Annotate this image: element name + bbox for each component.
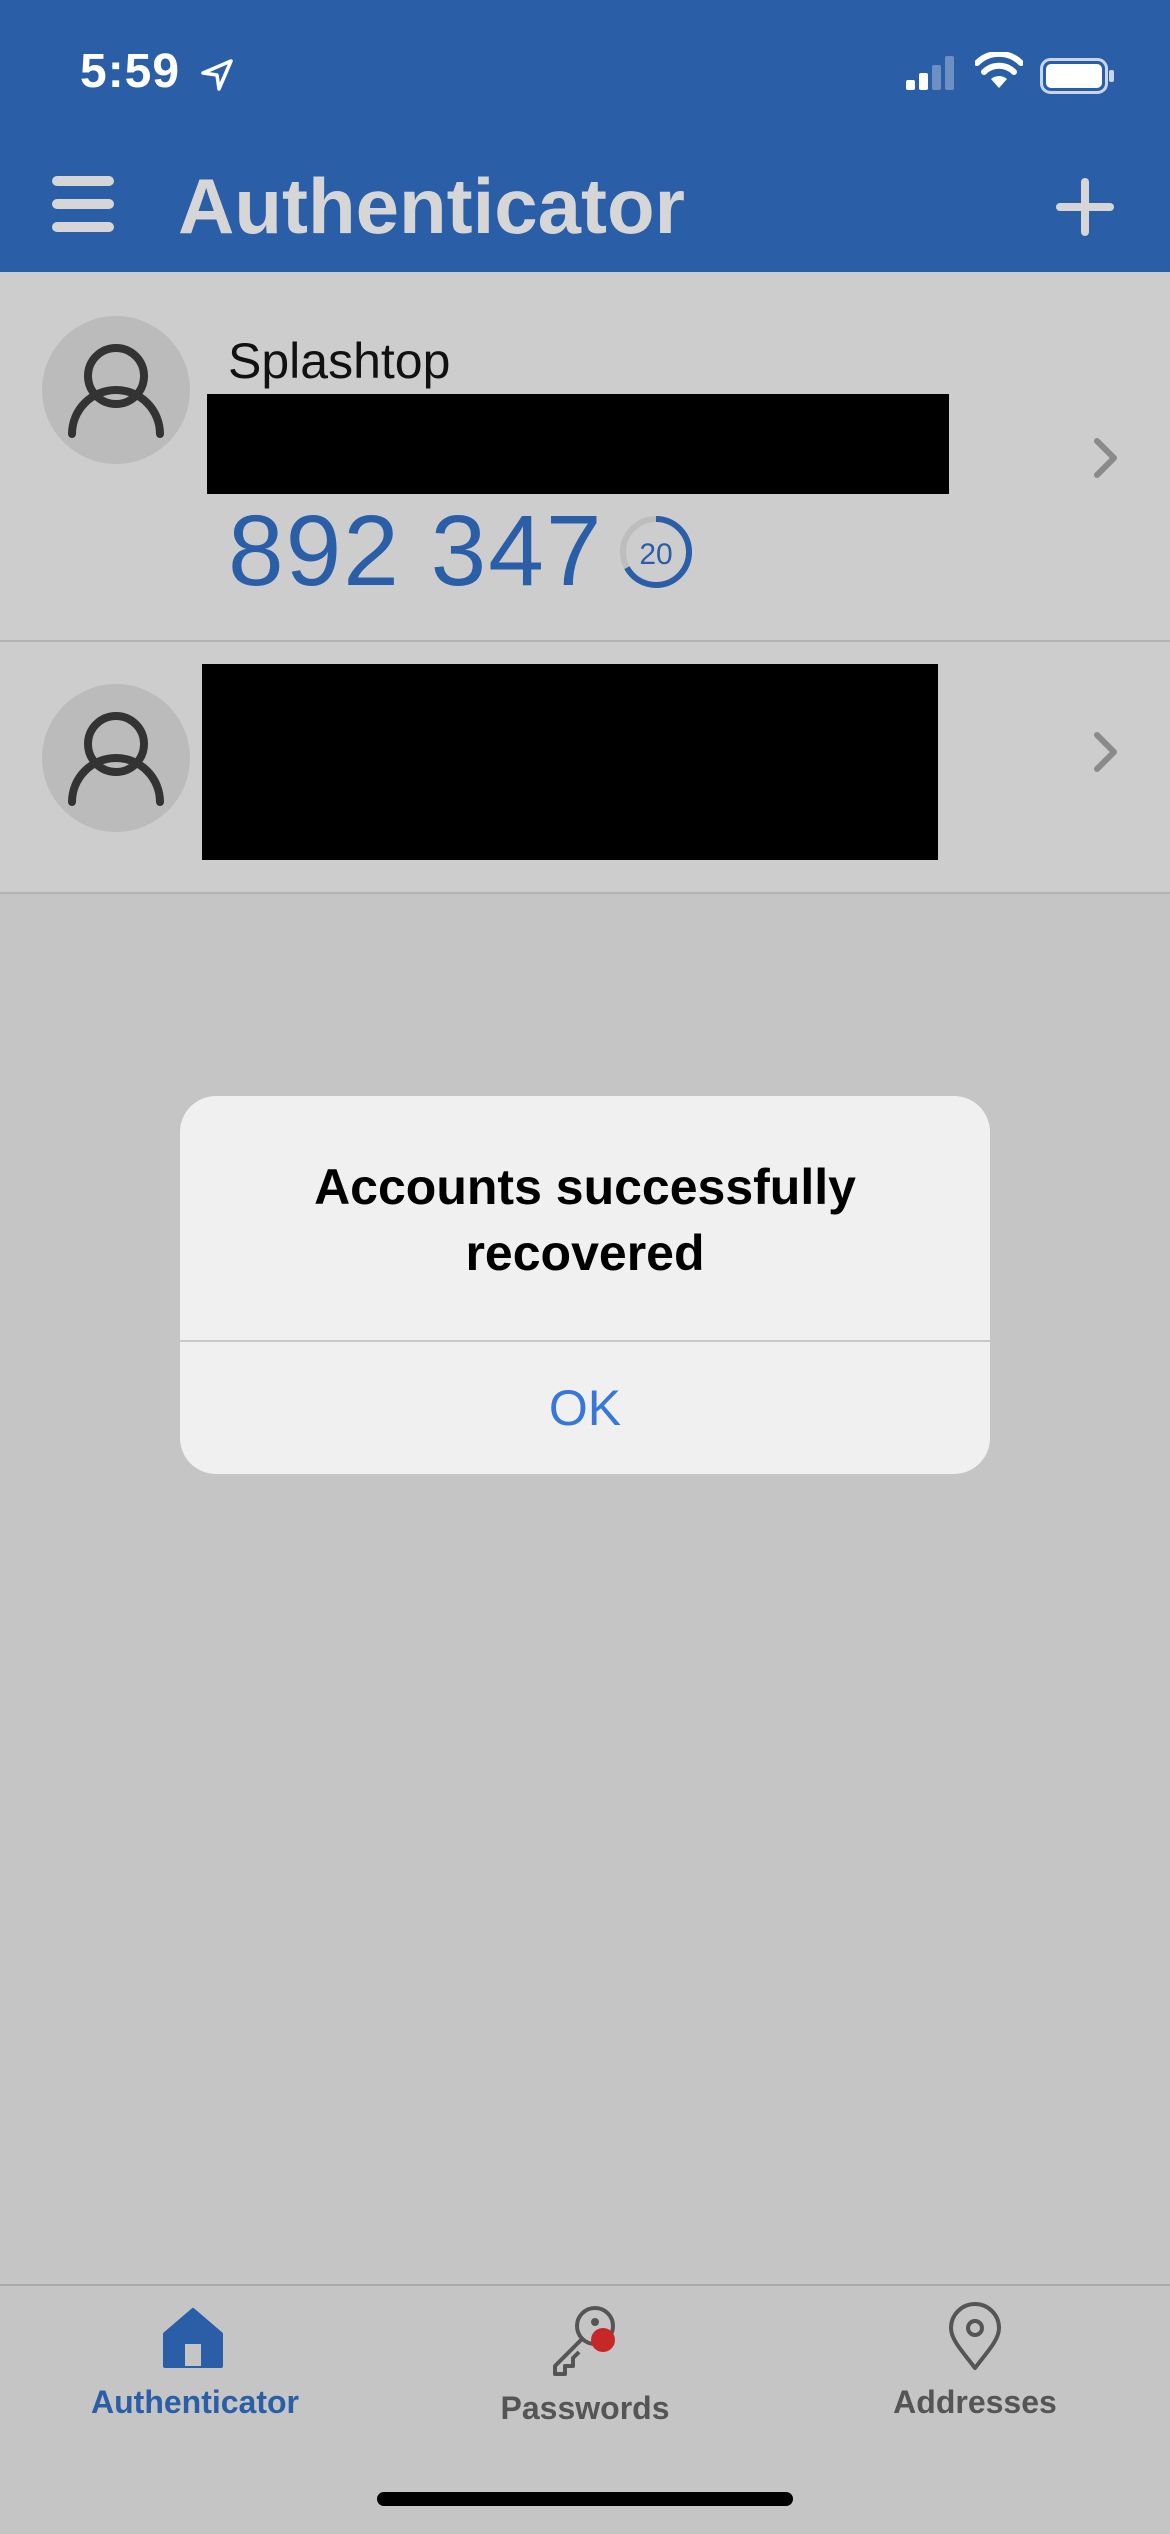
chevron-right-icon[interactable]: [1092, 730, 1120, 779]
recovery-alert-dialog: Accounts successfully recovered OK: [180, 1096, 990, 1474]
account-row[interactable]: [0, 642, 1170, 894]
otp-code[interactable]: 892 347: [228, 494, 603, 609]
chevron-right-icon[interactable]: [1092, 436, 1120, 485]
tab-label: Passwords: [500, 2390, 670, 2426]
dialog-title-line: Accounts successfully: [314, 1159, 856, 1215]
tab-label: Addresses: [893, 2384, 1057, 2420]
ok-button[interactable]: OK: [180, 1342, 990, 1474]
page-title: Authenticator: [178, 162, 685, 250]
cellular-signal-icon: [906, 56, 962, 95]
notification-dot: [591, 2328, 615, 2352]
countdown-timer: 20: [618, 514, 694, 595]
tab-addresses[interactable]: Addresses: [780, 2286, 1170, 2534]
menu-button[interactable]: [52, 176, 114, 237]
home-indicator: [377, 2492, 793, 2506]
battery-icon: [1040, 58, 1116, 99]
avatar: [42, 316, 190, 464]
account-name: Splashtop: [228, 333, 451, 389]
plus-icon: [1056, 178, 1114, 236]
location-arrow-icon: [200, 58, 234, 97]
add-account-button[interactable]: [1056, 178, 1114, 241]
key-icon: [553, 2306, 615, 2376]
status-time: 5:59: [80, 45, 181, 98]
home-icon: [163, 2308, 223, 2368]
dialog-title: Accounts successfully recovered: [180, 1154, 990, 1286]
wifi-icon: [974, 50, 1024, 95]
person-icon: [68, 712, 164, 806]
person-icon: [68, 344, 164, 438]
timer-seconds: 20: [639, 538, 672, 571]
account-row[interactable]: Splashtop 892 347 20: [0, 272, 1170, 642]
account-list: Splashtop 892 347 20: [0, 272, 1170, 894]
redacted-area: [207, 394, 949, 494]
hamburger-menu-icon: [52, 176, 114, 232]
avatar: [42, 684, 190, 832]
dialog-title-line: recovered: [465, 1225, 705, 1281]
redacted-area: [202, 664, 938, 860]
tab-authenticator[interactable]: Authenticator: [0, 2286, 390, 2534]
tab-label: Authenticator: [91, 2384, 299, 2420]
app-header: 5:59 Authenticator: [0, 0, 1170, 272]
location-pin-icon: [949, 2302, 1001, 2370]
